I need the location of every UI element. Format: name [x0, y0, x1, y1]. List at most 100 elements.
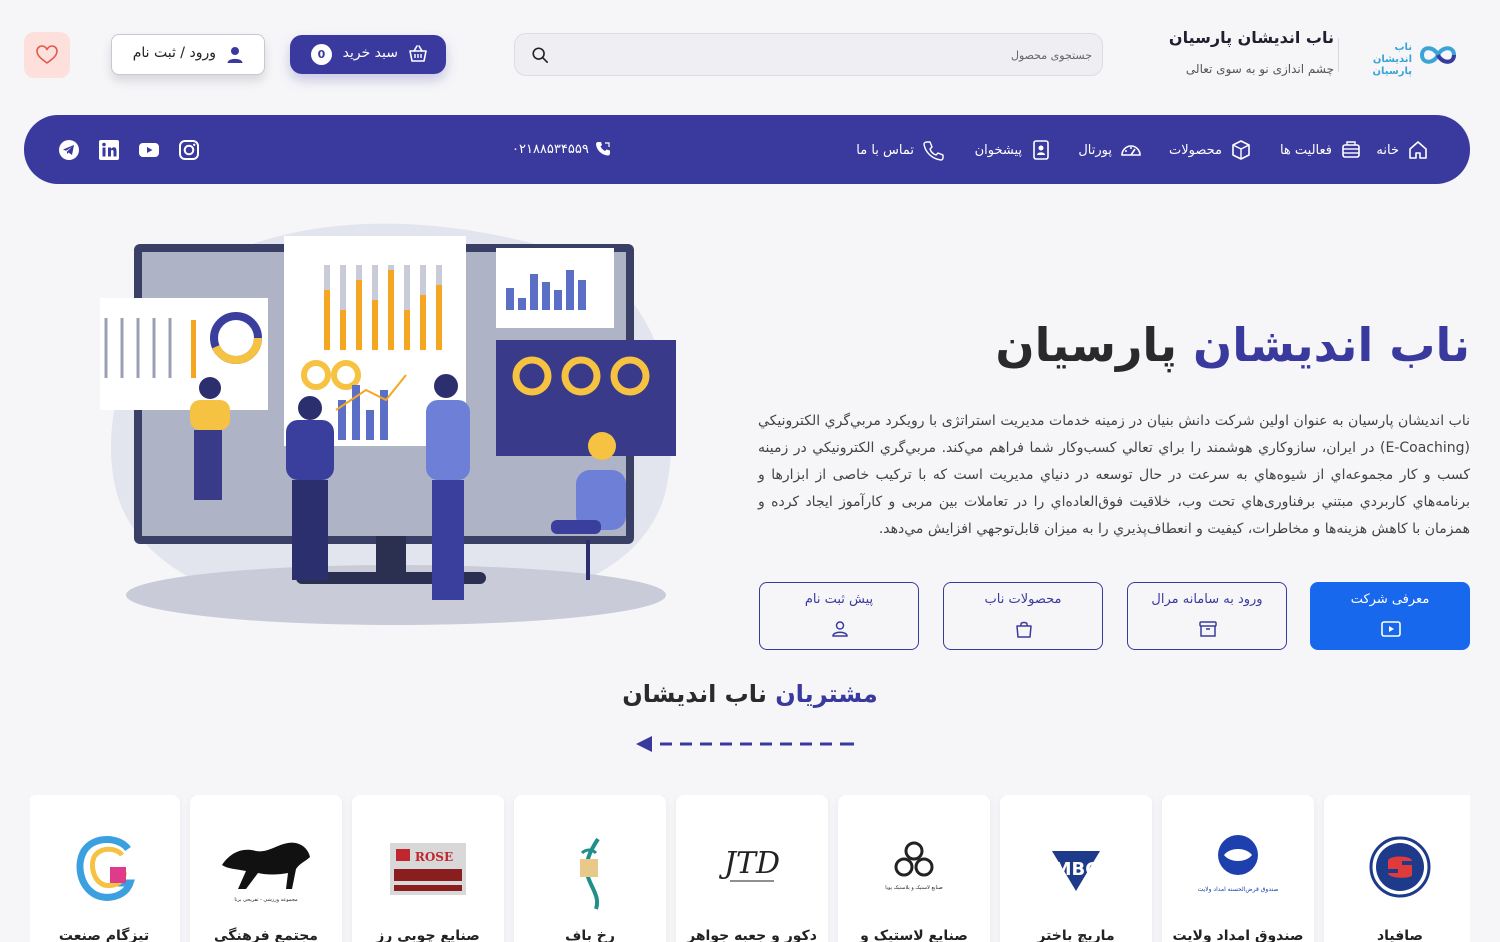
nav-item-counter[interactable]: پیشخوان: [975, 139, 1052, 161]
bag-icon: [1016, 621, 1032, 638]
customers-carousel[interactable]: صافیاد صندوق قرض‌الحسنه امداد ولایت صندو…: [30, 795, 1470, 942]
pouya-rubber-logo-icon: صنایع لاستیک و پلاستیک پویا: [885, 841, 943, 891]
customer-name: صنایع چوبی رز: [376, 928, 480, 942]
rose-wood-logo-icon: ROSE: [390, 843, 466, 895]
nav-item-home[interactable]: خانه: [1376, 139, 1429, 161]
mbc-logo-text: MBC: [1054, 859, 1099, 880]
search-box: [514, 33, 1103, 76]
cart-label: سبد خرید: [342, 45, 398, 61]
brand-logo[interactable]: ناب اندیشان پارسیان: [1352, 36, 1464, 78]
heart-icon: [36, 45, 58, 64]
hero-title-blue: ناب اندیشان: [1192, 318, 1470, 372]
brand[interactable]: ناب اندیشان پارسیان ناب اندیشان پارسیان …: [1164, 28, 1464, 88]
dashboard-icon: [1121, 145, 1141, 156]
search-input[interactable]: [572, 42, 1092, 68]
hero-title: ناب اندیشان پارسیان: [995, 318, 1470, 372]
borna-logo-text: مجموعه ورزشی - تفریحی برنا: [234, 897, 298, 903]
customer-card[interactable]: صندوق قرض‌الحسنه امداد ولایت صندوق امداد…: [1162, 795, 1314, 942]
basket-icon: [409, 45, 427, 62]
customer-card[interactable]: صنایع لاستیک و پلاستیک پویا صنایع لاستیک…: [838, 795, 990, 942]
customer-name: ماریچ باختر: [1037, 928, 1115, 942]
nav-item-contact[interactable]: تماس با ما: [856, 139, 944, 161]
id-card-icon: [1033, 140, 1049, 160]
youtube-icon[interactable]: [138, 139, 160, 161]
nav-item-products[interactable]: محصولات: [1169, 139, 1252, 161]
customer-name: صنایع لاستیک و: [860, 928, 968, 942]
logo-text: ناب اندیشان پارسیان: [1352, 42, 1412, 78]
about-company-button[interactable]: معرفی شرکت: [1310, 582, 1470, 650]
nav-item-home-label: خانه: [1376, 142, 1399, 158]
nab-products-button[interactable]: محصولات ناب: [943, 582, 1103, 650]
favorites-button[interactable]: [24, 32, 70, 78]
site-header: ناب اندیشان پارسیان ناب اندیشان پارسیان …: [0, 0, 1500, 110]
telegram-icon[interactable]: [58, 139, 80, 161]
section-divider-arrow: [636, 736, 854, 752]
infinity-logo-icon: [1419, 46, 1457, 64]
logo-text-line1: ناب اندیشان: [1372, 42, 1412, 65]
customers-title: مشتریان ناب اندیشان: [0, 680, 1500, 708]
activities-icon: [1342, 141, 1360, 158]
customer-card[interactable]: صافیاد: [1324, 795, 1470, 942]
customer-card[interactable]: MBC ماریچ باختر: [1000, 795, 1152, 942]
customer-name: صافیاد: [1376, 928, 1424, 942]
jtd-logo-text: JTD: [718, 846, 780, 881]
hero-illustration: [100, 223, 676, 625]
about-company-label: معرفی شرکت: [1350, 592, 1430, 607]
play-icon: [1381, 621, 1401, 637]
customer-name: صندوق امداد ولایت: [1172, 928, 1304, 942]
phone-icon: [923, 141, 944, 161]
mbc-logo-icon: MBC: [1052, 851, 1100, 891]
nav-item-activities-label: فعالیت ها: [1279, 142, 1332, 158]
phone-number[interactable]: ۰۲۱۸۸۵۳۴۵۵۹: [512, 141, 611, 157]
login-label: ورود / ثبت نام: [132, 45, 216, 61]
customer-name: تیزگام صنعت: [58, 928, 150, 942]
linkedin-icon[interactable]: [98, 139, 120, 161]
brand-title: ناب اندیشان پارسیان: [1168, 28, 1334, 47]
user-icon: [227, 47, 243, 63]
nav-item-contact-label: تماس با ما: [856, 142, 914, 158]
customer-name: دکور و جعبه جواهر: [687, 928, 817, 942]
tizgam-logo-icon: [76, 836, 135, 901]
home-icon: [1409, 141, 1427, 159]
customer-card[interactable]: ROSE صنایع چوبی رز: [352, 795, 504, 942]
customer-card[interactable]: JTD دکور و جعبه جواهر: [676, 795, 828, 942]
nav-item-portal[interactable]: پورتال: [1078, 139, 1142, 161]
hero-description: ناب اندیشان پارسیان به عنوان اولین شرکت …: [758, 413, 1470, 537]
nav-item-activities[interactable]: فعالیت ها: [1280, 139, 1362, 161]
rokh-baf-logo-icon: [580, 837, 600, 910]
instagram-icon[interactable]: [178, 139, 200, 161]
moral-system-login-button[interactable]: ورود به سامانه مرال: [1127, 582, 1287, 650]
customer-card[interactable]: تیزگام صنعت: [30, 795, 180, 942]
archive-icon: [1199, 621, 1217, 637]
login-register-button[interactable]: ورود / ثبت نام: [111, 34, 265, 75]
hero-title-dark: پارسیان: [995, 318, 1177, 372]
customers-title-blue: مشتریان: [775, 680, 878, 708]
brand-separator: [1338, 38, 1339, 72]
phone-number-text: ۰۲۱۸۸۵۳۴۵۵۹: [512, 141, 589, 157]
jtd-logo-icon: JTD: [718, 846, 780, 882]
nab-products-label: محصولات ناب: [984, 592, 1062, 607]
pre-register-label: پیش ثبت نام: [804, 592, 874, 607]
brand-subtitle: چشم اندازی نو به سوی تعالی: [1185, 62, 1334, 76]
pre-register-button[interactable]: پیش ثبت نام: [759, 582, 919, 650]
safiad-logo-icon: [1369, 836, 1431, 898]
phone-call-icon: [595, 142, 610, 156]
emdad-logo-text: صندوق قرض‌الحسنه امداد ولایت: [1198, 886, 1279, 893]
moral-system-label: ورود به سامانه مرال: [1151, 592, 1263, 607]
logo-text-line2: پارسیان: [1372, 66, 1412, 77]
customer-card[interactable]: رخ باف: [514, 795, 666, 942]
pouya-logo-text: صنایع لاستیک و پلاستیک پویا: [885, 885, 943, 891]
box-icon: [1232, 140, 1250, 160]
customer-name: رخ باف: [565, 928, 615, 942]
rose-logo-text: ROSE: [415, 850, 453, 864]
search-icon[interactable]: [531, 46, 549, 64]
cart-button[interactable]: سبد خرید 0: [290, 35, 446, 74]
nav-item-counter-label: پیشخوان: [974, 142, 1022, 158]
cart-count-badge: 0: [311, 44, 332, 65]
borna-culture-logo-icon: مجموعه ورزشی - تفریحی برنا: [222, 842, 310, 903]
emdad-velayat-logo-icon: صندوق قرض‌الحسنه امداد ولایت: [1198, 835, 1279, 893]
customer-card[interactable]: مجموعه ورزشی - تفریحی برنا مجتمع فرهنگی: [190, 795, 342, 942]
nav-item-portal-label: پورتال: [1078, 142, 1112, 158]
nav-item-products-label: محصولات: [1169, 142, 1222, 158]
user-outline-icon: [832, 621, 848, 637]
